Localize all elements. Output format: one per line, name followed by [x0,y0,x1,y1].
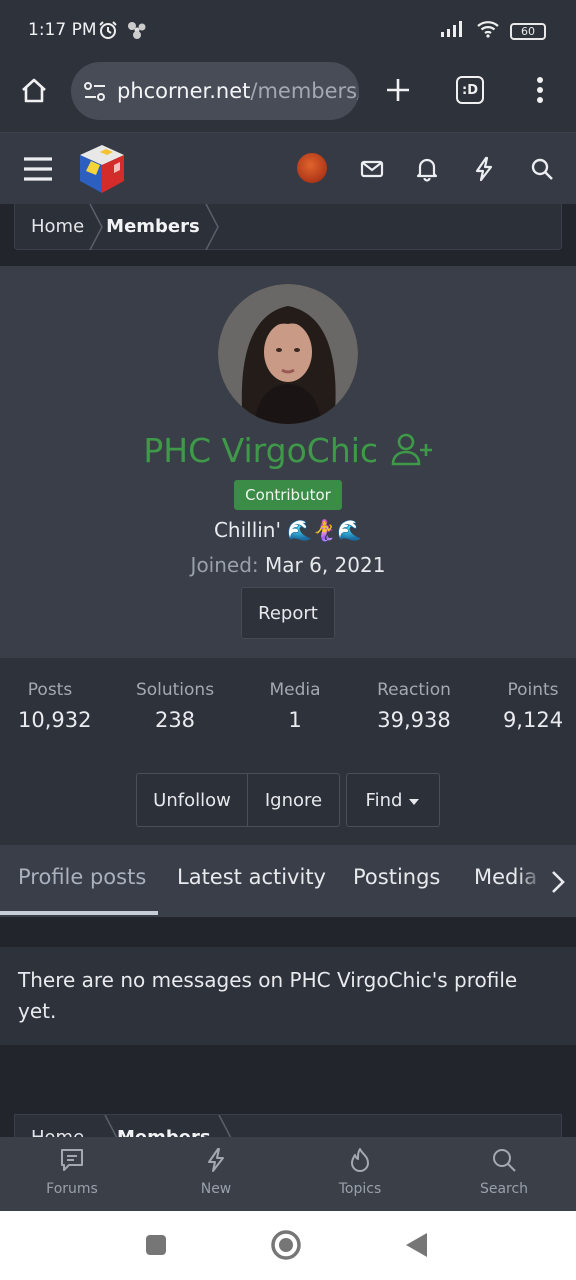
nav-forums[interactable]: Forums [0,1137,144,1211]
wifi-icon [476,20,500,42]
inbox-envelope-icon[interactable] [354,151,390,187]
tab-count: :D [456,76,484,104]
url-text: phcorner.net/members/ [117,79,359,103]
username-text: PHC VirgoChic [143,431,379,470]
member-actions: Unfollow Ignore Find [136,773,440,827]
nav-label: Search [479,1181,529,1197]
tab-profile-posts[interactable]: Profile posts [18,865,146,889]
active-tab-indicator [0,911,158,915]
stat-label: Posts [27,680,73,700]
stat-solutions[interactable]: Solutions 238 [132,680,218,732]
stat-reaction[interactable]: Reaction 39,938 [370,680,458,732]
stat-value: 238 [154,708,196,732]
search-icon [491,1147,517,1177]
follow-user-icon[interactable] [391,432,433,474]
profile-header: PHC VirgoChic Contributor Chillin' 🌊🧜‍♀️… [0,266,576,658]
breadcrumb-separator [89,203,104,250]
stat-value: 1 [288,708,302,732]
find-button[interactable]: Find [346,773,440,827]
nav-label: Topics [338,1181,382,1197]
empty-message: There are no messages on PHC VirgoChic's… [18,968,518,1023]
profile-posts-panel: There are no messages on PHC VirgoChic's… [0,947,576,1045]
bolt-icon [206,1147,226,1177]
new-tab-icon[interactable] [380,72,416,108]
bell-icon[interactable] [409,151,445,187]
member-stats: Posts 10,932 Solutions 238 Media 1 React… [0,658,576,845]
report-button[interactable]: Report [241,587,335,639]
ignore-button[interactable]: Ignore [248,773,340,827]
home-icon[interactable] [16,73,52,109]
profile-tabs: Profile posts Latest activity Postings M… [0,845,576,917]
nav-label: New [200,1181,232,1197]
stat-label: Points [507,680,559,700]
stat-label: Media [269,680,321,700]
back-triangle-icon[interactable] [398,1227,434,1263]
address-bar[interactable]: phcorner.net/members/ [71,62,359,120]
joined-date: Mar 6, 2021 [265,553,386,577]
search-icon[interactable] [524,151,560,187]
unfollow-button[interactable]: Unfollow [136,773,248,827]
stat-value: 10,932 [18,708,92,732]
bolt-icon[interactable] [466,151,502,187]
site-settings-icon[interactable] [83,81,107,107]
nav-topics[interactable]: Topics [288,1137,432,1211]
tab-latest-activity[interactable]: Latest activity [177,865,326,889]
tab-postings[interactable]: Postings [353,865,440,889]
nav-new[interactable]: New [144,1137,288,1211]
joined-label: Joined: [190,553,259,577]
breadcrumb-members[interactable]: Members [106,216,200,237]
stat-label: Solutions [135,680,215,700]
nav-search[interactable]: Search [432,1137,576,1211]
flame-icon [348,1147,372,1177]
browser-menu-icon[interactable] [522,72,558,108]
hamburger-menu-icon[interactable] [20,151,56,187]
stat-points[interactable]: Points 9,124 [500,680,566,732]
tabs-fade [518,845,576,917]
nav-label: Forums [46,1181,98,1197]
forums-icon [59,1147,85,1177]
chevron-right-icon[interactable] [550,869,566,899]
android-navigation-bar [0,1211,576,1280]
home-circle-icon[interactable] [268,1227,304,1263]
profile-avatar[interactable] [218,284,358,424]
custom-title: Chillin' 🌊🧜‍♀️🌊 [213,518,363,542]
browser-toolbar: phcorner.net/members/ :D [0,60,576,132]
url-path: /members/ [250,79,359,103]
battery-icon: 60 [510,22,546,40]
stat-value: 39,938 [377,708,451,732]
section-gap [0,917,576,947]
url-host: phcorner.net [117,79,251,103]
profile-username: PHC VirgoChic [0,431,576,474]
site-header [0,132,576,204]
user-avatar-icon[interactable] [297,153,327,183]
alarm-icon [98,20,118,44]
tab-switcher-button[interactable]: :D [452,72,488,108]
caret-down-icon [408,790,420,811]
stat-media[interactable]: Media 1 [262,680,328,732]
breadcrumb-separator [205,203,219,250]
fan-icon [126,20,148,44]
breadcrumb-home[interactable]: Home [31,216,84,237]
status-bar: 1:17 PM 60 [0,0,576,60]
site-logo[interactable] [76,141,128,197]
stat-label: Reaction [377,680,451,700]
user-title-badge: Contributor [234,480,342,510]
find-label: Find [365,789,403,811]
joined-info: Joined: Mar 6, 2021 [0,553,576,577]
breadcrumb-area: Home Members [0,203,576,266]
signal-icon [440,20,466,42]
stat-posts[interactable]: Posts 10,932 [18,680,92,732]
stat-value: 9,124 [502,708,564,732]
status-time: 1:17 PM [28,20,97,40]
recents-square-icon[interactable] [138,1227,174,1263]
bottom-navigation: Forums New Topics Search [0,1137,576,1211]
breadcrumb: Home Members [14,203,562,250]
